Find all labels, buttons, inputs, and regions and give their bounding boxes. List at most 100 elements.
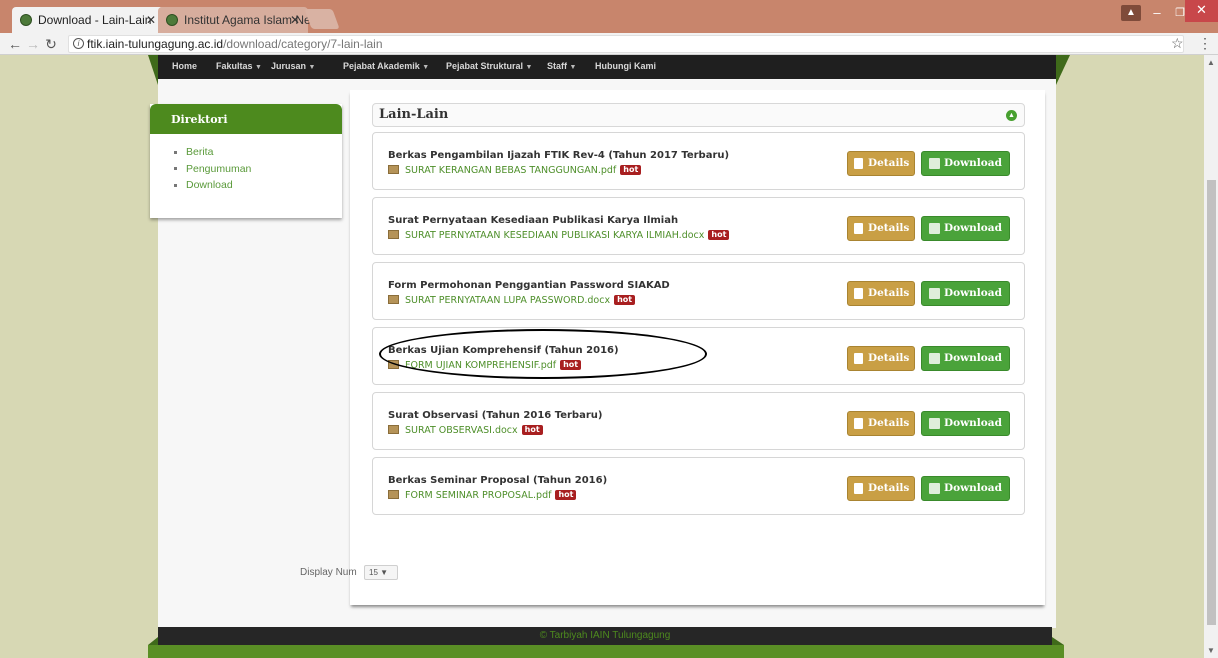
- sidebar-item-download[interactable]: Download: [174, 179, 251, 196]
- download-icon: [929, 483, 940, 494]
- details-button[interactable]: Details: [847, 216, 915, 241]
- download-button[interactable]: Download: [921, 411, 1010, 436]
- document-title[interactable]: Form Permohonan Penggantian Password SIA…: [388, 280, 670, 291]
- download-button[interactable]: Download: [921, 216, 1010, 241]
- nav-jurusan[interactable]: Jurusan ▼: [271, 61, 315, 71]
- document-item: Berkas Pengambilan Ijazah FTIK Rev-4 (Ta…: [372, 132, 1025, 190]
- bookmark-star-icon[interactable]: ☆: [1171, 35, 1184, 52]
- file-icon: [388, 230, 399, 239]
- file-name: SURAT OBSERVASI.docx: [405, 425, 518, 436]
- document-icon: [854, 158, 863, 169]
- browser-tab-active[interactable]: Download - Lain-Lain ✕: [12, 7, 164, 33]
- nav-pejabat-struktural[interactable]: Pejabat Struktural ▼: [446, 61, 532, 71]
- browser-tab-inactive[interactable]: Institut Agama Islam Ne ✕: [158, 7, 311, 33]
- nav-fakultas[interactable]: Fakultas ▼: [216, 61, 262, 71]
- site-favicon-icon: [20, 14, 32, 26]
- details-label: Details: [868, 157, 910, 169]
- document-item: Surat Observasi (Tahun 2016 Terbaru) SUR…: [372, 392, 1025, 450]
- details-label: Details: [868, 352, 910, 364]
- hot-badge: hot: [521, 425, 543, 435]
- document-file-link[interactable]: SURAT OBSERVASI.docx hot: [388, 425, 543, 436]
- details-button[interactable]: Details: [847, 476, 915, 501]
- nav-ribbon-left: [148, 55, 158, 85]
- caret-down-icon: ▼: [255, 64, 262, 71]
- download-button[interactable]: Download: [921, 281, 1010, 306]
- download-label: Download: [944, 482, 1002, 494]
- document-file-link[interactable]: SURAT KERANGAN BEBAS TANGGUNGAN.pdf hot: [388, 165, 642, 176]
- sidebar-item-pengumuman[interactable]: Pengumuman: [174, 163, 251, 180]
- annotation-ellipse: [379, 329, 707, 379]
- reload-icon[interactable]: ↻: [42, 35, 60, 53]
- tab-close-icon[interactable]: ✕: [290, 7, 300, 33]
- details-label: Details: [868, 287, 910, 299]
- download-label: Download: [944, 417, 1002, 429]
- download-button[interactable]: Download: [921, 346, 1010, 371]
- document-title[interactable]: Surat Pernyataan Kesediaan Publikasi Kar…: [388, 215, 678, 226]
- download-icon: [929, 158, 940, 169]
- document-item: Surat Pernyataan Kesediaan Publikasi Kar…: [372, 197, 1025, 255]
- scroll-up-icon[interactable]: ▲: [1207, 58, 1215, 67]
- file-name: SURAT KERANGAN BEBAS TANGGUNGAN.pdf: [405, 165, 617, 176]
- hot-badge: hot: [708, 230, 730, 240]
- file-icon: [388, 425, 399, 434]
- sidebar-item-berita[interactable]: Berita: [174, 146, 251, 163]
- url-host: ftik.iain-tulungagung.ac.id: [87, 37, 224, 51]
- document-file-link[interactable]: SURAT PERNYATAAN LUPA PASSWORD.docx hot: [388, 295, 636, 306]
- top-navigation: Home Fakultas ▼ Jurusan ▼ Pejabat Akadem…: [158, 55, 1056, 79]
- document-file-link[interactable]: FORM SEMINAR PROPOSAL.pdf hot: [388, 490, 577, 501]
- document-title[interactable]: Berkas Pengambilan Ijazah FTIK Rev-4 (Ta…: [388, 150, 729, 161]
- hot-badge: hot: [614, 295, 636, 305]
- scrollbar-thumb[interactable]: [1207, 180, 1216, 625]
- details-button[interactable]: Details: [847, 281, 915, 306]
- file-icon: [388, 490, 399, 499]
- sidebar-item-label: Pengumuman: [186, 162, 252, 175]
- profile-icon[interactable]: ▲: [1121, 5, 1141, 21]
- document-title[interactable]: Surat Observasi (Tahun 2016 Terbaru): [388, 410, 602, 421]
- caret-down-icon: ▼: [525, 64, 533, 71]
- scroll-down-icon[interactable]: ▼: [1207, 646, 1215, 655]
- info-icon[interactable]: i: [73, 38, 84, 49]
- nav-jurusan-label: Jurusan: [271, 61, 307, 71]
- details-button[interactable]: Details: [847, 151, 915, 176]
- download-button[interactable]: Download: [921, 476, 1010, 501]
- sidebar-header: Direktori: [150, 104, 342, 134]
- bullet-icon: [174, 150, 177, 154]
- minimize-icon[interactable]: –: [1146, 3, 1168, 25]
- address-bar[interactable]: i ftik.iain-tulungagung.ac.id/download/c…: [68, 35, 1184, 53]
- nav-hubungi-kami[interactable]: Hubungi Kami: [595, 61, 656, 71]
- browser-menu-icon[interactable]: ⋮: [1198, 35, 1212, 52]
- download-button[interactable]: Download: [921, 151, 1010, 176]
- hot-badge: hot: [555, 490, 577, 500]
- sidebar-list: Berita Pengumuman Download: [174, 146, 251, 196]
- display-num-value: 15: [369, 568, 378, 577]
- forward-arrow-icon[interactable]: →: [24, 35, 42, 53]
- document-item: Berkas Seminar Proposal (Tahun 2016) FOR…: [372, 457, 1025, 515]
- nav-ribbon-right: [1056, 55, 1070, 85]
- file-icon: [388, 165, 399, 174]
- sidebar-direktori: Direktori Berita Pengumuman Download: [150, 104, 342, 218]
- display-num-select[interactable]: 15 ▼: [364, 565, 398, 580]
- file-name: FORM SEMINAR PROPOSAL.pdf: [405, 490, 552, 501]
- tab-close-icon[interactable]: ✕: [146, 7, 156, 33]
- download-label: Download: [944, 287, 1002, 299]
- download-icon: [929, 353, 940, 364]
- document-title[interactable]: Berkas Seminar Proposal (Tahun 2016): [388, 475, 607, 486]
- details-button[interactable]: Details: [847, 346, 915, 371]
- collapse-arrow-icon[interactable]: ▲: [1006, 110, 1017, 121]
- document-icon: [854, 418, 863, 429]
- download-label: Download: [944, 352, 1002, 364]
- details-label: Details: [868, 222, 910, 234]
- nav-home[interactable]: Home: [172, 61, 197, 71]
- bullet-icon: [174, 167, 177, 171]
- details-label: Details: [868, 417, 910, 429]
- new-tab-button[interactable]: [304, 9, 340, 29]
- nav-staff[interactable]: Staff ▼: [547, 61, 576, 71]
- category-title: Lain-Lain: [379, 107, 449, 122]
- document-file-link[interactable]: SURAT PERNYATAAN KESEDIAAN PUBLIKASI KAR…: [388, 230, 730, 241]
- page-scrollbar[interactable]: ▲ ▼: [1204, 55, 1218, 658]
- back-arrow-icon[interactable]: ←: [6, 35, 24, 53]
- browser-tab-bar: Download - Lain-Lain ✕ Institut Agama Is…: [0, 0, 1218, 33]
- details-button[interactable]: Details: [847, 411, 915, 436]
- nav-pejabat-akademik[interactable]: Pejabat Akademik ▼: [343, 61, 429, 71]
- window-close-icon[interactable]: ✕: [1185, 0, 1218, 22]
